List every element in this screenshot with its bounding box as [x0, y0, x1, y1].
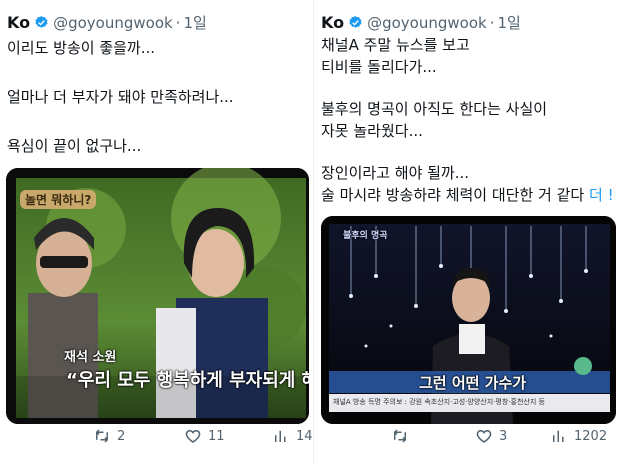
- views-button[interactable]: 1202: [550, 427, 607, 445]
- text-line: 티비를 돌리다가...: [321, 58, 437, 76]
- heart-icon: [185, 429, 201, 443]
- tweet-image[interactable]: 불후의 명곡 그런 어떤 가수가 채널A 방송 득명 주의보 : 강원 속초산지…: [321, 216, 616, 424]
- retweet-icon: [96, 429, 108, 443]
- author-handle[interactable]: @goyoungwook: [367, 14, 487, 32]
- timestamp[interactable]: 1일: [498, 12, 521, 33]
- like-count: 11: [208, 428, 225, 444]
- retweet-button[interactable]: [391, 427, 415, 445]
- retweet-icon: [394, 429, 406, 443]
- tweet-text: 이리도 방송이 좋을까... 얼마나 더 부자가 돼야 만족하려나... 욕심이…: [7, 38, 234, 157]
- author-name[interactable]: Ko: [7, 13, 30, 32]
- text-line: 얼마나 더 부자가 돼야 만족하려나...: [7, 88, 234, 106]
- tweet-header: Ko @goyoungwook · 1일: [321, 12, 521, 33]
- like-button[interactable]: 3: [475, 427, 507, 445]
- retweet-count: 2: [117, 428, 126, 444]
- caption-label: 재석 소원: [64, 350, 117, 365]
- like-button[interactable]: 11: [184, 427, 225, 445]
- bar-chart-icon: [275, 430, 286, 442]
- show-more-link[interactable]: 더 !: [589, 186, 614, 204]
- views-button[interactable]: 14: [272, 427, 313, 445]
- text-line: 자못 놀라웠다...: [321, 122, 423, 140]
- text-line: 이리도 방송이 좋을까...: [7, 39, 156, 57]
- like-count: 3: [499, 428, 508, 444]
- verified-badge-icon: [349, 15, 362, 28]
- separator: ·: [489, 13, 495, 32]
- text-line-content: 술 마시랴 방송하랴 체력이 대단한 거 같다: [321, 186, 585, 204]
- retweet-button[interactable]: 2: [93, 427, 125, 445]
- timestamp[interactable]: 1일: [184, 12, 207, 33]
- bar-chart-icon: [553, 430, 564, 442]
- heart-icon: [476, 429, 492, 443]
- news-ticker: 채널A 방송 득명 주의보 : 강원 속초산지·고성·양양산지·평창·홍천산지 …: [333, 398, 545, 406]
- tweet-right[interactable]: Ko @goyoungwook · 1일 채널A 주말 뉴스를 보고 티비를 돌…: [313, 0, 619, 465]
- text-line: 채널A 주말 뉴스를 보고: [321, 36, 470, 54]
- views-count: 1202: [574, 428, 608, 444]
- caption-text: “우리 모두 행복하게 부자되게 해: [66, 370, 309, 391]
- text-line: 술 마시랴 방송하랴 체력이 대단한 거 같다 더 !: [321, 184, 614, 206]
- separator: ·: [175, 13, 181, 32]
- caption-text: 그런 어떤 가수가: [419, 374, 527, 392]
- show-logo: 놀면 뭐하니?: [20, 190, 97, 209]
- tweet-header: Ko @goyoungwook · 1일: [7, 12, 207, 33]
- tweet-left[interactable]: Ko @goyoungwook · 1일 이리도 방송이 좋을까... 얼마나 …: [0, 0, 313, 465]
- tweet-text: 채널A 주말 뉴스를 보고 티비를 돌리다가... 불후의 명곡이 아직도 한다…: [321, 34, 614, 206]
- tweet-image[interactable]: 놀면 뭐하니? 재석 소원 “우리 모두 행복하게 부자되게 해: [6, 168, 309, 424]
- author-handle[interactable]: @goyoungwook: [53, 14, 173, 32]
- views-count: 14: [296, 428, 313, 444]
- text-line: 욕심이 끝이 없구나...: [7, 137, 142, 155]
- author-name[interactable]: Ko: [321, 13, 344, 32]
- text-line: 불후의 명곡이 아직도 한다는 사실이: [321, 100, 548, 118]
- show-logo: 불후의 명곡: [343, 231, 388, 241]
- verified-badge-icon: [35, 15, 48, 28]
- text-line: 장인이라고 해야 될까...: [321, 164, 470, 182]
